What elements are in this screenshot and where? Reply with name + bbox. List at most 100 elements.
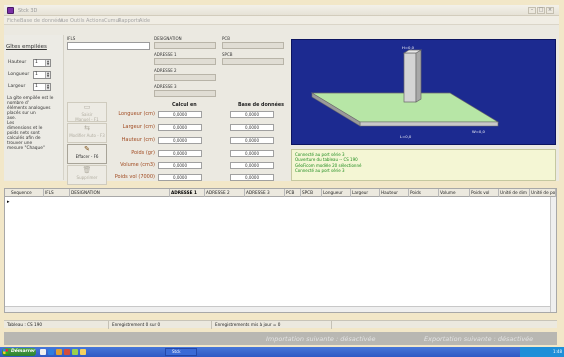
status-table: Tableau : CS 190 xyxy=(4,321,109,329)
menu-bar: Fiche Base de données Vue Outils Actions… xyxy=(4,16,559,25)
quicklaunch-media-icon[interactable] xyxy=(64,349,70,355)
col-unite-poids[interactable]: Unité de po xyxy=(530,189,556,197)
measure-volume-label: Volume (cm3) xyxy=(120,162,155,168)
adresse1-field[interactable] xyxy=(154,58,216,65)
menu-help[interactable]: Aide xyxy=(139,18,150,24)
stack-title-link[interactable]: Gîtes empilées xyxy=(6,44,47,50)
height-label: Hauteur xyxy=(8,60,27,65)
floor-front-edge xyxy=(359,121,499,127)
adresse3-label: ADRESSE 3 xyxy=(154,84,177,89)
maximize-icon[interactable]: □ xyxy=(537,7,545,14)
width-label: Largeur xyxy=(8,84,26,89)
taskbar-app-stck[interactable]: Stck xyxy=(165,348,197,356)
minimize-icon[interactable]: – xyxy=(528,7,536,14)
system-tray: 1:48 xyxy=(520,347,564,357)
col-volume[interactable]: Volume xyxy=(439,189,470,197)
col-sequence[interactable]: Sequence xyxy=(10,189,44,197)
calc-column-header: Calcul en xyxy=(172,103,197,108)
db-weight-value: 0,0000 xyxy=(230,150,274,157)
col-poids[interactable]: Poids xyxy=(409,189,439,197)
length-label: Longueur xyxy=(8,72,30,77)
calc-width-value: 0,0000 xyxy=(158,124,202,131)
col-adresse3[interactable]: ADRESSE 3 xyxy=(245,189,285,197)
col-adresse2[interactable]: ADRESSE 2 xyxy=(205,189,245,197)
vertical-scrollbar[interactable] xyxy=(550,197,556,312)
col-ifls[interactable]: IFLS xyxy=(44,189,70,197)
clock: 1:48 xyxy=(553,349,562,354)
3d-scene: H=0,0 L=0,0 W=0,0 xyxy=(310,45,500,139)
title-bar: Stck 3D – □ × xyxy=(4,5,559,16)
calc-height-value: 0,0000 xyxy=(158,137,202,144)
current-row-marker: ▸ xyxy=(7,199,10,205)
measure-volweight-label: Poids vol (7000) xyxy=(114,174,155,180)
entry-icon: ▭ xyxy=(83,103,91,111)
menu-database[interactable]: Base de données xyxy=(20,18,63,24)
spcb-label: SPCB xyxy=(222,52,233,57)
status-updated: Enregistrements mis à jour = 0 xyxy=(212,321,332,329)
status-bar: Tableau : CS 190 Enregistrement 0 sur 0 … xyxy=(4,320,557,329)
quicklaunch-app-icon[interactable] xyxy=(72,349,78,355)
height-stepper[interactable]: 1 ▲ ▼ xyxy=(33,59,51,67)
grid-header: Sequence IFLS DESIGNATION ADRESSE 1 ADRE… xyxy=(5,189,556,197)
adresse2-field[interactable] xyxy=(154,74,216,81)
db-volweight-value: 0,0000 xyxy=(230,174,274,181)
measure-length-label: Longueur (cm) xyxy=(118,111,155,117)
col-adresse1[interactable]: ADRESSE 1 xyxy=(170,189,205,197)
db-height-value: 0,0000 xyxy=(230,137,274,144)
app-icon xyxy=(7,7,14,14)
col-hauteur[interactable]: Hauteur xyxy=(380,189,409,197)
height-dimension-label: H=0,0 xyxy=(402,45,415,50)
delete-button[interactable]: 🗑 Supprimer xyxy=(67,165,107,185)
eraser-icon: ✎ xyxy=(84,145,90,153)
records-grid[interactable]: Sequence IFLS DESIGNATION ADRESSE 1 ADRE… xyxy=(4,188,557,313)
horizontal-scrollbar[interactable] xyxy=(5,306,550,312)
menu-reports[interactable]: Rapports xyxy=(118,18,140,24)
spcb-field[interactable] xyxy=(222,58,284,65)
measure-height-label: Hauteur (cm) xyxy=(121,137,155,143)
db-width-value: 0,0000 xyxy=(230,124,274,131)
import-export-strip: Importation suivante : désactivée Export… xyxy=(4,332,557,345)
taskbar: Démarrer Stck 1:48 xyxy=(0,347,564,357)
designation-label: DESIGNATION xyxy=(154,36,182,41)
stack-help-text: La gîte empilée est le nombre d' élément… xyxy=(7,96,54,151)
3d-viewport[interactable]: H=0,0 L=0,0 W=0,0 xyxy=(291,39,556,145)
measure-weight-label: Poids (gr) xyxy=(131,150,155,156)
length-stepper[interactable]: 1 ▲ ▼ xyxy=(33,71,51,79)
pcb-field[interactable] xyxy=(222,42,284,49)
length-dimension-label: L=0,0 xyxy=(400,134,412,139)
calc-length-value: 0,0000 xyxy=(158,111,202,118)
import-status: Importation suivante : désactivée xyxy=(266,335,376,343)
adresse3-field[interactable] xyxy=(154,90,216,97)
quicklaunch-desktop-icon[interactable] xyxy=(40,349,46,355)
adresse2-label: ADRESSE 2 xyxy=(154,68,177,73)
designation-field[interactable] xyxy=(154,42,216,49)
swap-icon: ⇆ xyxy=(84,124,90,132)
col-longueur[interactable]: Longueur xyxy=(322,189,351,197)
quicklaunch-mail-icon[interactable] xyxy=(80,349,86,355)
windows-logo-icon xyxy=(3,348,8,354)
clear-button[interactable]: ✎ Effacer - F6 xyxy=(67,144,107,164)
col-poids-vol[interactable]: Poids vol xyxy=(470,189,499,197)
menu-view[interactable]: Vue xyxy=(59,18,68,24)
quicklaunch-ie-icon[interactable] xyxy=(48,349,54,355)
col-largeur[interactable]: Largeur xyxy=(351,189,380,197)
menu-actions[interactable]: Actions xyxy=(86,18,104,24)
quicklaunch-folder-icon[interactable] xyxy=(56,349,62,355)
col-pcb[interactable]: PCB xyxy=(285,189,301,197)
calc-volweight-value: 0,0000 xyxy=(158,174,202,181)
col-unite-dim[interactable]: Unité de dim xyxy=(499,189,530,197)
pcb-label: PCB xyxy=(222,36,230,41)
width-stepper[interactable]: 1 ▲ ▼ xyxy=(33,83,51,91)
measure-width-label: Largeur (cm) xyxy=(122,124,155,130)
menu-tools[interactable]: Outils xyxy=(70,18,84,24)
col-designation[interactable]: DESIGNATION xyxy=(70,189,170,197)
modify-auto-button[interactable]: ⇆ Modifier Auto - F3 xyxy=(67,123,107,143)
db-column-header: Base de données xyxy=(238,103,284,108)
col-spcb[interactable]: SPCB xyxy=(301,189,322,197)
ifls-input[interactable] xyxy=(67,42,150,50)
trash-icon: 🗑 xyxy=(82,166,92,174)
close-icon[interactable]: × xyxy=(546,7,554,14)
window-title: Stck 3D xyxy=(18,8,38,14)
menu-fiche[interactable]: Fiche xyxy=(7,18,20,24)
manual-entry-button[interactable]: ▭ Saisir Manuel - F1 xyxy=(67,102,107,122)
